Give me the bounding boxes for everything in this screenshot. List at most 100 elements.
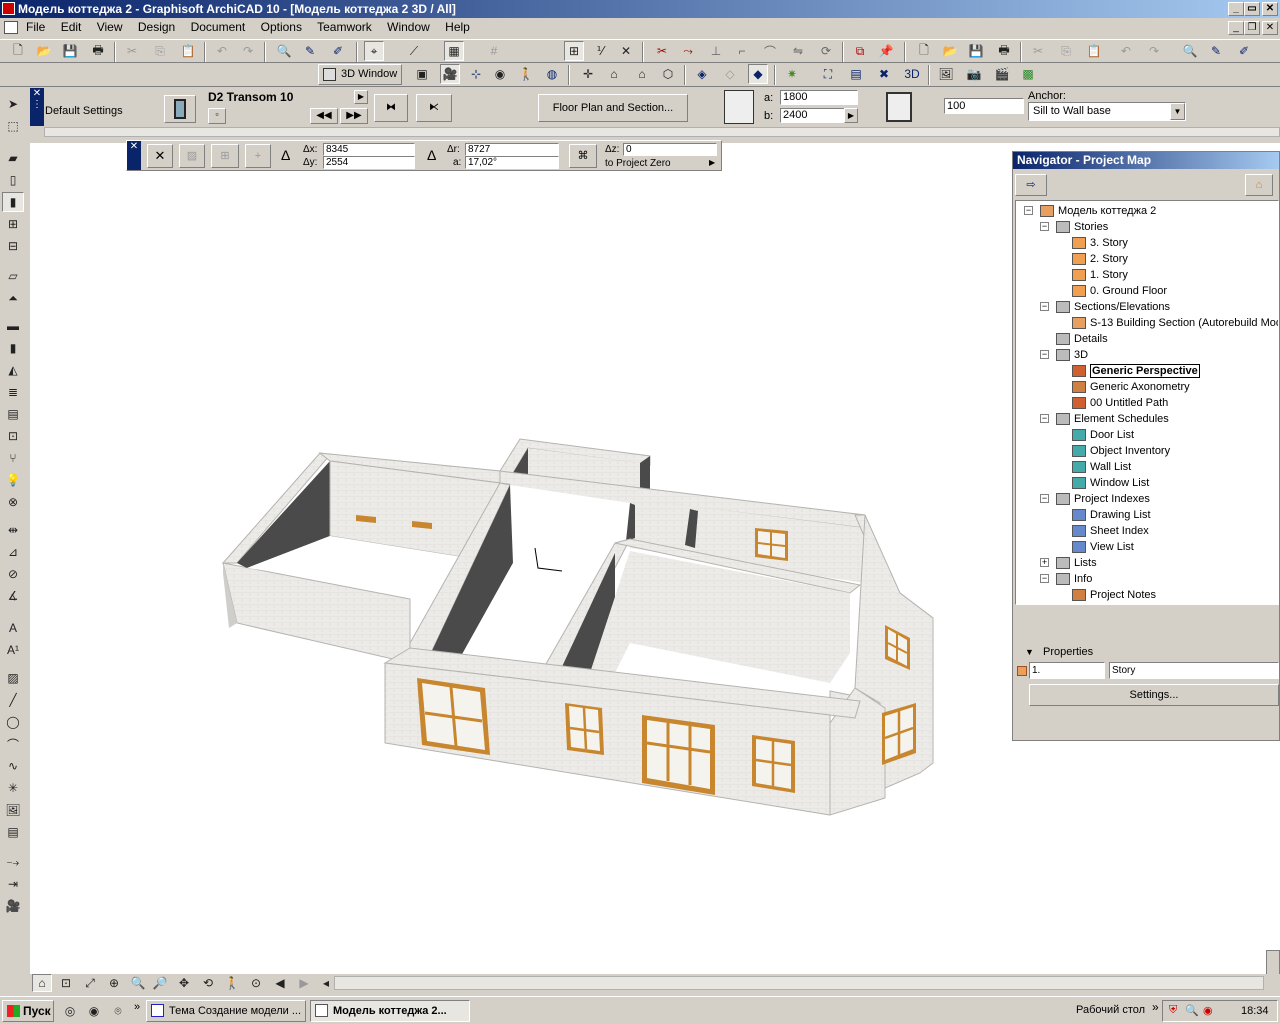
collapse-icon[interactable]: − bbox=[1040, 494, 1049, 503]
taskbar-item-word[interactable]: Тема Создание модели ... bbox=[146, 1000, 306, 1022]
pan-icon[interactable]: ✥ bbox=[174, 974, 194, 992]
3d-window-button[interactable]: 3D Window bbox=[318, 64, 402, 85]
hotspot-tool-icon[interactable]: ✳ bbox=[2, 778, 24, 798]
figure-tool-icon[interactable]: 🖼 bbox=[2, 800, 24, 820]
cut-icon-2[interactable]: ✂ bbox=[1028, 41, 1048, 61]
arrow-tool-icon[interactable]: ➤ bbox=[2, 94, 24, 114]
doc-minimize-button[interactable]: _ bbox=[1228, 21, 1244, 35]
tree-item[interactable]: 2. Story bbox=[1072, 251, 1128, 267]
curtain-wall-icon[interactable]: ▤ bbox=[2, 404, 24, 424]
collapse-icon[interactable]: − bbox=[1040, 574, 1049, 583]
angle-dimension-icon[interactable]: ∡ bbox=[2, 586, 24, 606]
projection-icon[interactable]: ✖ bbox=[874, 64, 894, 84]
grid-snap-button[interactable]: ⊞ bbox=[211, 144, 239, 168]
tree-item[interactable]: Window List bbox=[1072, 475, 1149, 491]
section-tool-icon[interactable]: ⤍ bbox=[2, 852, 24, 872]
photorender-icon[interactable]: 🖼 bbox=[936, 64, 956, 84]
paste-icon-2[interactable]: 📋 bbox=[1084, 41, 1104, 61]
sketch-render-icon[interactable]: ▩ bbox=[1018, 64, 1038, 84]
viewport-vertical-scrollbar[interactable] bbox=[1266, 950, 1280, 976]
collapse-icon[interactable]: − bbox=[1040, 350, 1049, 359]
swing-door-button[interactable]: ⧔ bbox=[416, 94, 452, 122]
floor-plan-section-button[interactable]: Floor Plan and Section... bbox=[538, 94, 688, 122]
house-section-icon[interactable]: ⌂ bbox=[632, 64, 652, 84]
doc-restore-button[interactable]: ❐ bbox=[1244, 21, 1260, 35]
eyedropper-icon[interactable]: ✎ bbox=[300, 41, 320, 61]
undo-icon-2[interactable]: ↶ bbox=[1116, 41, 1136, 61]
drawing-tool-icon[interactable]: ▤ bbox=[2, 822, 24, 842]
view-horizontal-scrollbar[interactable] bbox=[334, 976, 1264, 990]
new-icon[interactable]: 🗋 bbox=[8, 41, 28, 61]
object-tool-icon[interactable]: ⊡ bbox=[2, 426, 24, 446]
dr-field[interactable]: 8727 bbox=[465, 143, 559, 156]
sill-height-field[interactable]: 100 bbox=[944, 98, 1024, 114]
tree-item[interactable]: 00 Untitled Path bbox=[1072, 395, 1168, 411]
spline-tool-icon[interactable]: ∿ bbox=[2, 756, 24, 776]
dz-field[interactable]: 0 bbox=[623, 143, 717, 156]
quicklaunch-more-icon[interactable]: » bbox=[134, 1001, 140, 1013]
next-button[interactable]: ▶▶ bbox=[340, 108, 368, 124]
window-tool-icon[interactable]: ⊞ bbox=[2, 214, 24, 234]
tree-item[interactable]: S-13 Building Section (Autorebuild Model… bbox=[1072, 315, 1278, 331]
menu-file[interactable]: File bbox=[26, 20, 45, 34]
tree-item[interactable]: − Модель коттеджа 2 bbox=[1024, 203, 1156, 219]
expand-icon[interactable]: + bbox=[1040, 558, 1049, 567]
elevation-tool-icon[interactable]: ⇥ bbox=[2, 874, 24, 894]
3d-window-settings-icon[interactable]: ▤ bbox=[846, 64, 866, 84]
chamfer-icon[interactable]: ⌒ bbox=[760, 41, 780, 61]
info-box-scrollbar[interactable] bbox=[44, 127, 1280, 137]
redo-icon-2[interactable]: ↷ bbox=[1144, 41, 1164, 61]
undo-icon[interactable]: ↶ bbox=[212, 41, 232, 61]
tree-item[interactable]: − Stories bbox=[1040, 219, 1108, 235]
scale-icon[interactable]: ⅟ bbox=[590, 41, 610, 61]
mirror-door-button[interactable]: ⧓ bbox=[374, 94, 408, 122]
fit-window-icon[interactable]: ⊙ bbox=[246, 974, 266, 992]
tree-item[interactable]: 0. Ground Floor bbox=[1072, 283, 1167, 299]
quicklaunch-opera-icon[interactable]: ◉ bbox=[84, 1001, 104, 1021]
quicklaunch-ie-icon[interactable]: ◎ bbox=[60, 1001, 80, 1021]
tree-item[interactable]: Object Inventory bbox=[1072, 443, 1170, 459]
navigator-options-button[interactable]: ⇨ bbox=[1015, 174, 1047, 196]
syringe-icon[interactable]: ✐ bbox=[328, 41, 348, 61]
find-icon-2[interactable]: 🔍 bbox=[1180, 41, 1200, 61]
explore-icon[interactable]: ◍ bbox=[542, 64, 562, 84]
menu-help[interactable]: Help bbox=[445, 20, 470, 34]
tree-item[interactable]: − 3D bbox=[1040, 347, 1088, 363]
coord-box-strip[interactable]: ✕ bbox=[127, 141, 141, 170]
orbit-icon[interactable]: ◉ bbox=[490, 64, 510, 84]
property-id-field[interactable]: 1. bbox=[1029, 662, 1105, 679]
axes-icon[interactable]: ⊹ bbox=[466, 64, 486, 84]
zoom-fit-icon[interactable]: ⤢ bbox=[80, 974, 100, 992]
guide-lines-icon[interactable]: ⟋ bbox=[404, 41, 424, 61]
cut-icon[interactable]: ✂ bbox=[122, 41, 142, 61]
open-icon-2[interactable]: 📂 bbox=[940, 41, 960, 61]
3d-box-icon[interactable]: ▣ bbox=[412, 64, 432, 84]
stair-tool-icon[interactable]: ≣ bbox=[2, 382, 24, 402]
tree-item[interactable]: − Project Indexes bbox=[1040, 491, 1150, 507]
taskbar-item-archicad[interactable]: Модель коттеджа 2... bbox=[310, 1000, 470, 1022]
search-icon[interactable]: 🔍 bbox=[1185, 1004, 1199, 1017]
grid-view-button[interactable]: ▨ bbox=[179, 144, 205, 168]
dx-field[interactable]: 8345 bbox=[323, 143, 415, 156]
orbit-view-icon[interactable]: ⟲ bbox=[198, 974, 218, 992]
previous-view-icon[interactable]: ◀ bbox=[270, 974, 290, 992]
fly-through-icon[interactable]: 🎬 bbox=[992, 64, 1012, 84]
properties-header[interactable]: ▼ Properties bbox=[1017, 644, 1277, 660]
project-map-button[interactable]: ⌂ bbox=[1245, 174, 1273, 196]
dimension-tool-icon[interactable]: ⇹ bbox=[2, 520, 24, 540]
tree-item[interactable]: − Element Schedules bbox=[1040, 411, 1169, 427]
copy-icon[interactable]: ⎘ bbox=[150, 41, 170, 61]
hidden-line-icon[interactable]: ◈ bbox=[692, 64, 712, 84]
door-tool-icon[interactable]: ▮ bbox=[2, 192, 24, 212]
tree-item[interactable]: Sheet Index bbox=[1072, 523, 1149, 539]
tree-item[interactable]: 1. Story bbox=[1072, 267, 1128, 283]
document-icon[interactable] bbox=[4, 21, 18, 34]
size-arrow[interactable]: ▶ bbox=[844, 108, 858, 123]
copy-icon-2[interactable]: ⎘ bbox=[1056, 41, 1076, 61]
delete-button[interactable]: ✕ bbox=[147, 144, 173, 168]
arc-tool-icon[interactable]: ◯ bbox=[2, 712, 24, 732]
beam-tool-icon[interactable]: ▬ bbox=[2, 316, 24, 336]
zoom-in-icon[interactable]: 🔍 bbox=[128, 974, 148, 992]
menu-window[interactable]: Window bbox=[387, 20, 430, 34]
roof-tool-icon[interactable]: ⏶ bbox=[2, 288, 24, 308]
